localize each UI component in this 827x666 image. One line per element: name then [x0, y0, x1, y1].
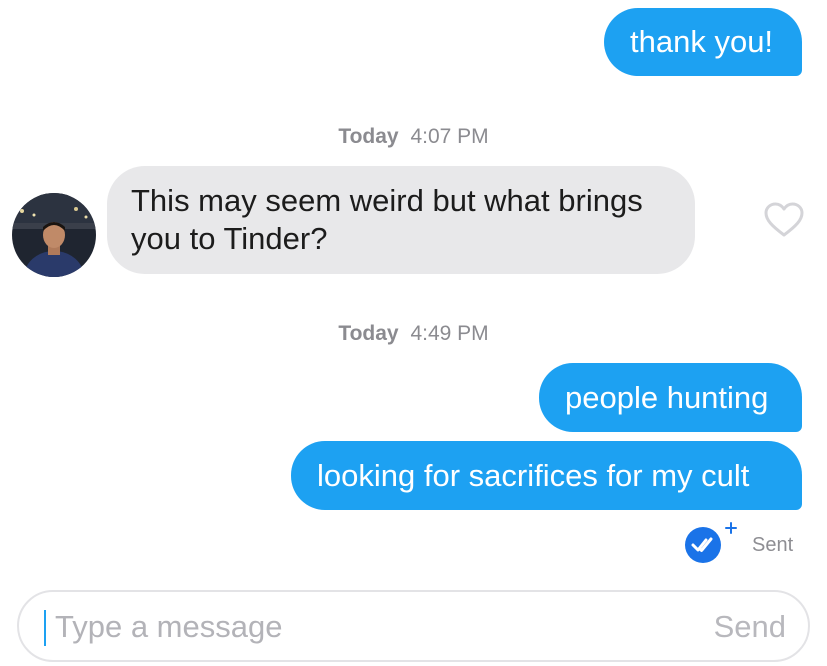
message-bubble-incoming[interactable]: This may seem weird but what brings you … — [107, 166, 695, 274]
message-text: people hunting — [565, 379, 769, 415]
message-text: thank you! — [630, 24, 774, 59]
timestamp: Today 4:49 PM — [0, 322, 827, 346]
timestamp: Today 4:07 PM — [0, 125, 827, 149]
sent-label: Sent — [752, 534, 794, 556]
message-text: looking for sacrifices for my cult — [317, 457, 750, 493]
like-heart-icon[interactable] — [764, 202, 804, 238]
timestamp-time: 4:49 PM — [410, 322, 489, 345]
message-status: Sent — [684, 522, 814, 566]
chat-thread: thank you! Today 4:07 PM This may seem w… — [0, 0, 827, 666]
message-bubble-outgoing[interactable]: looking for sacrifices for my cult — [291, 441, 802, 510]
double-check-icon[interactable] — [684, 526, 722, 564]
message-bubble-outgoing[interactable]: thank you! — [604, 8, 802, 76]
avatar-photo — [12, 193, 96, 277]
message-composer: Send — [17, 590, 810, 662]
timestamp-time: 4:07 PM — [410, 125, 489, 148]
message-bubble-outgoing[interactable]: people hunting — [539, 363, 802, 432]
timestamp-day: Today — [338, 322, 399, 345]
timestamp-day: Today — [338, 125, 399, 148]
send-button[interactable]: Send — [714, 609, 786, 645]
avatar[interactable] — [12, 193, 96, 277]
message-input[interactable] — [55, 602, 655, 652]
text-cursor — [44, 610, 46, 646]
plus-icon — [725, 522, 737, 534]
message-text: This may seem weird but what brings you … — [131, 183, 643, 256]
